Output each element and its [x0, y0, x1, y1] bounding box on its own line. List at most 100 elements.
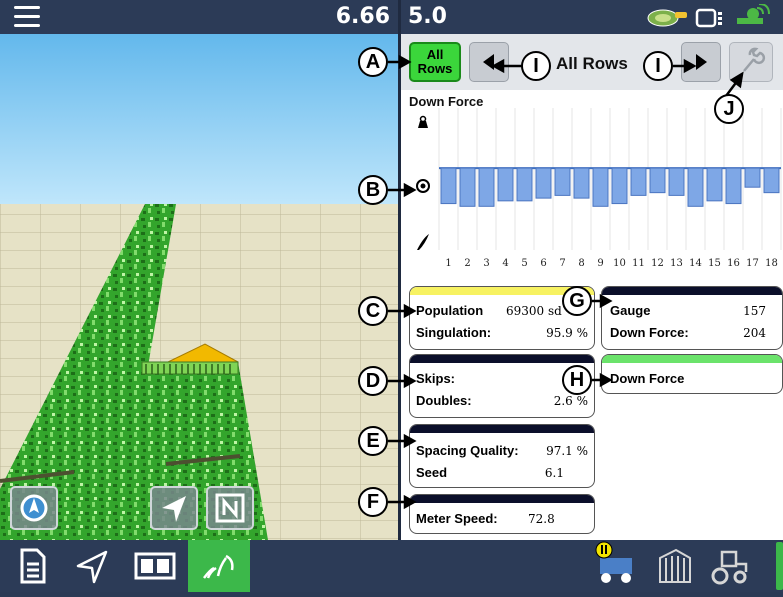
bar-row-11: [630, 167, 647, 196]
singulation-value: 95.9 %: [546, 326, 588, 340]
gauge-panel[interactable]: Gauge 157 Down Force: 204: [601, 286, 783, 350]
weight-icon: [418, 115, 428, 128]
x-tick-label: 6: [540, 258, 546, 269]
bar-row-12: [649, 167, 666, 194]
bottom-edge-tab[interactable]: [776, 542, 783, 590]
spacing-quality-value: 97.1 %: [546, 444, 588, 458]
document-icon: [20, 548, 46, 584]
x-tick-label: 7: [559, 258, 565, 269]
feather-icon: [417, 234, 429, 250]
bar-row-1: [440, 167, 457, 205]
x-tick-label: 17: [746, 258, 759, 269]
x-tick-label: 12: [651, 258, 664, 269]
x-tick-label: 1: [445, 258, 451, 269]
bar-row-9: [592, 167, 609, 207]
bottom-toolbar: [0, 540, 783, 592]
reports-button[interactable]: [4, 540, 60, 592]
target-icon: [416, 179, 430, 193]
x-tick-label: 10: [613, 258, 626, 269]
bar-row-5: [516, 167, 533, 202]
callout-f: F: [358, 487, 388, 517]
menu-icon[interactable]: [14, 6, 40, 28]
gauge-label: Gauge: [610, 303, 651, 318]
bar-row-7: [554, 167, 571, 196]
bar-row-8: [573, 167, 590, 199]
callout-g: G: [562, 286, 592, 316]
top-bar: 6.66 5.0: [0, 0, 783, 34]
bar-row-10: [611, 167, 628, 205]
navigate-icon: [162, 496, 186, 522]
meter-speed-panel[interactable]: Meter Speed: 72.8: [409, 494, 595, 534]
seed-value: 6.1: [544, 466, 564, 480]
down-force-panel-label: Down Force: [610, 371, 685, 386]
spacing-quality-label: Spacing Quality:: [416, 443, 519, 458]
navigate-button[interactable]: [150, 486, 198, 530]
status-icons: [647, 4, 770, 28]
all-rows-button[interactable]: All Rows: [409, 42, 461, 82]
down-force-panel[interactable]: Down Force: [601, 354, 783, 394]
x-tick-label: 5: [521, 258, 527, 269]
x-tick-label: 3: [483, 258, 489, 269]
north-up-button[interactable]: [206, 486, 254, 530]
wrench-icon: [743, 47, 766, 72]
map-view-icon: [20, 494, 48, 522]
callout-h: H: [562, 365, 592, 395]
bar-row-16: [725, 167, 742, 205]
planter-icon: [595, 541, 632, 583]
callout-i-left: I: [521, 51, 551, 81]
down-force-value: 204: [743, 326, 766, 340]
map-view-button[interactable]: [10, 486, 58, 530]
bar-row-13: [668, 167, 685, 196]
callout-i-right: I: [643, 51, 673, 81]
guidance-button[interactable]: [64, 540, 122, 592]
callout-a: A: [358, 47, 388, 77]
x-tick-label: 16: [727, 258, 740, 269]
x-tick-label: 18: [765, 258, 778, 269]
doubles-value: 2.6 %: [553, 394, 588, 408]
guidance-icon: [76, 550, 108, 584]
settings-button[interactable]: [729, 42, 773, 82]
bar-row-14: [687, 167, 704, 207]
x-tick-label: 13: [670, 258, 683, 269]
planting-button[interactable]: [188, 540, 250, 592]
split-screen-button[interactable]: [126, 540, 184, 592]
speed-readout-right: 5.0: [408, 4, 447, 29]
field-icon: [659, 548, 691, 583]
meter-speed-value: 72.8: [528, 512, 555, 526]
callout-e: E: [358, 426, 388, 456]
bar-row-18: [763, 167, 780, 194]
satellite-icon: [737, 4, 770, 24]
gps-signal-icon: [647, 9, 687, 27]
previous-row-button[interactable]: [469, 42, 509, 82]
spacing-quality-panel[interactable]: Spacing Quality: 97.1 % Seed 6.1: [409, 424, 595, 488]
population-label: Population: [416, 303, 484, 318]
skips-label: Skips:: [416, 371, 456, 386]
seed-label: Seed: [416, 465, 448, 480]
tractor-button[interactable]: [704, 540, 754, 592]
bar-row-2: [459, 167, 476, 207]
bar-row-4: [497, 167, 514, 202]
bar-row-17: [744, 167, 761, 188]
x-tick-label: 15: [708, 258, 721, 269]
down-force-label: Down Force:: [610, 325, 689, 340]
population-value: 69300 sd: [506, 304, 562, 318]
split-screen-icon: [134, 552, 176, 580]
next-row-button[interactable]: [681, 42, 721, 82]
callout-b: B: [358, 175, 388, 205]
bar-row-6: [535, 167, 552, 199]
field-3d-view[interactable]: [0, 34, 398, 540]
bar-row-3: [478, 167, 495, 207]
row-selector-bar: All Rows All Rows: [401, 34, 783, 90]
x-tick-label: 2: [464, 258, 470, 269]
north-up-icon: [215, 493, 245, 523]
callout-d: D: [358, 366, 388, 396]
bar-row-15: [706, 167, 723, 202]
singulation-label: Singulation:: [416, 325, 492, 340]
gauge-value: 157: [743, 304, 766, 318]
planting-icon: [203, 554, 234, 579]
callout-c: C: [358, 296, 388, 326]
tractor-icon: [711, 550, 748, 585]
field-button[interactable]: [648, 540, 698, 592]
planter-button[interactable]: [590, 540, 640, 592]
doubles-label: Doubles:: [416, 393, 472, 408]
